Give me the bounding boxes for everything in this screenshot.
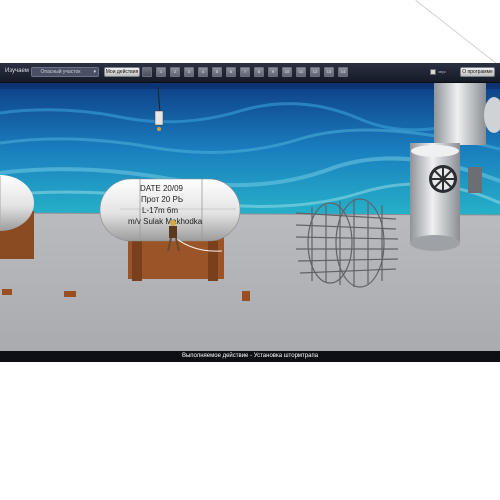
about-button[interactable]: О программе bbox=[460, 67, 495, 77]
step-button-14[interactable]: 14 bbox=[338, 67, 348, 77]
step-button-13[interactable]: 13 bbox=[324, 67, 334, 77]
fan-icon bbox=[429, 165, 457, 193]
step-button-8[interactable]: 8 bbox=[254, 67, 264, 77]
current-action-text: Выполняемое действие - Установка штормтр… bbox=[181, 353, 319, 359]
liferaft-label-line-4: m/v Sulak Makhodka bbox=[128, 217, 203, 226]
step-button-3[interactable]: 3 bbox=[184, 67, 194, 77]
step-button-9[interactable]: 9 bbox=[268, 67, 278, 77]
simulator-window: Изучаем Опасный участок ▾ Мои действия 1… bbox=[0, 63, 500, 362]
step-button-6[interactable]: 6 bbox=[226, 67, 236, 77]
step-button-7[interactable]: 7 bbox=[240, 67, 250, 77]
step-button-11[interactable]: 11 bbox=[296, 67, 306, 77]
step-button-2[interactable]: 2 bbox=[170, 67, 180, 77]
deck-fitting bbox=[2, 289, 12, 295]
deck-fitting bbox=[242, 291, 250, 301]
mode-select[interactable]: Опасный участок ▾ bbox=[31, 67, 99, 77]
sound-checkbox[interactable] bbox=[430, 69, 436, 75]
liferaft-label-line-3: L-17m 6m bbox=[142, 206, 178, 215]
my-actions-button[interactable]: Мои действия bbox=[104, 67, 140, 77]
step-button-1[interactable]: 1 bbox=[156, 67, 166, 77]
deck-fitting bbox=[64, 291, 76, 297]
step-button-12[interactable]: 12 bbox=[310, 67, 320, 77]
step-button-10[interactable]: 10 bbox=[282, 67, 292, 77]
status-bar: Выполняемое действие - Установка штормтр… bbox=[0, 351, 500, 362]
liferaft-label-line-2: Прот 20 РЬ bbox=[141, 195, 183, 204]
study-label: Изучаем bbox=[5, 68, 29, 74]
toolbar: Изучаем Опасный участок ▾ Мои действия 1… bbox=[0, 63, 500, 83]
step-button-5[interactable]: 5 bbox=[212, 67, 222, 77]
step-button-4[interactable]: 4 bbox=[198, 67, 208, 77]
liferaft-label-line-1: DATE 20/09 bbox=[140, 184, 184, 193]
step-button-0[interactable] bbox=[142, 67, 152, 77]
chevron-down-icon: ▾ bbox=[93, 69, 96, 75]
3d-viewport[interactable]: DATE 20/09 Прот 20 РЬ L-17m 6m m/v Sulak… bbox=[0, 83, 500, 351]
mode-select-value: Опасный участок bbox=[40, 69, 81, 75]
sound-checkbox-label: звук bbox=[438, 69, 446, 74]
